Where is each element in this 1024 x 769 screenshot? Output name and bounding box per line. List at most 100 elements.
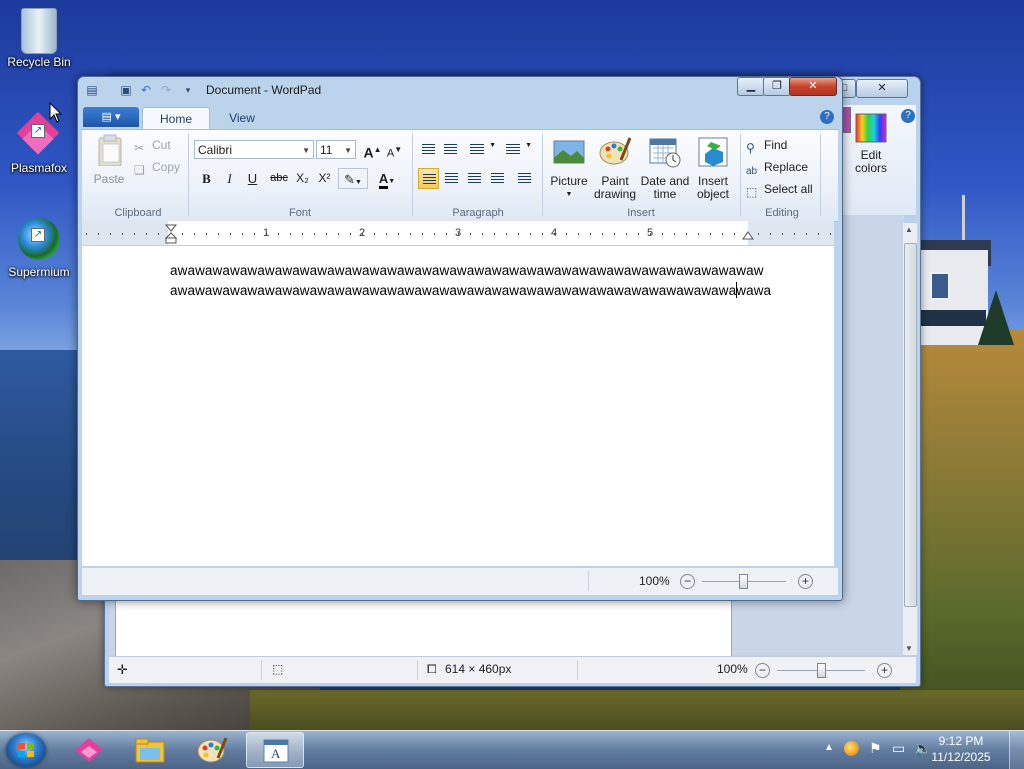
undo-icon[interactable]: ↶ [138,82,154,98]
justify-button[interactable] [487,168,508,189]
ruler-tick [398,233,399,235]
close-button[interactable]: ✕ [789,77,837,96]
paint-vertical-scrollbar[interactable]: ▲ ▼ [902,223,917,655]
taskbar-wordpad[interactable]: A [246,732,304,768]
editing-group-label: Editing [765,207,799,219]
paint-canvas[interactable] [115,597,732,657]
grow-font-button[interactable]: A▲ [362,139,383,161]
paragraph-settings-button[interactable] [514,168,535,189]
show-hidden-icons-button[interactable]: ▲ [824,742,834,753]
ruler-tick [722,233,723,235]
wordpad-title-bar[interactable]: ▤ ▣ ↶ ↷ ▾ Document - WordPad ▁ ❐ ✕ [78,77,842,103]
zoom-in-button[interactable]: + [798,574,813,589]
ruler-tick [770,233,771,235]
replace-button[interactable]: ab Replace [746,160,808,180]
tray-app-icon[interactable] [844,741,859,756]
date-time-label-2: time [653,187,677,201]
application-menu-button[interactable]: ▤ ▾ [83,107,139,127]
restore-button[interactable]: ❐ [763,77,791,96]
taskbar-paint[interactable] [183,732,241,768]
align-center-button[interactable] [441,168,462,189]
cut-button: ✂ Cut [134,138,171,155]
ruler-tick [674,233,675,235]
paint-zoom-out-button[interactable]: − [755,663,770,678]
wordpad-window[interactable]: ▤ ▣ ↶ ↷ ▾ Document - WordPad ▁ ❐ ✕ ▤ ▾ H… [77,76,843,601]
date-and-time-button[interactable]: Date and time [640,136,690,201]
increase-indent-button[interactable] [440,139,461,160]
font-size-select[interactable]: 11 ▼ [316,140,356,159]
desktop-icon-recycle-bin[interactable]: Recycle Bin [3,8,75,69]
ruler-tick [218,233,219,235]
ruler-tick [530,233,531,235]
zoom-out-button[interactable]: − [680,574,695,589]
select-all-button[interactable]: ⬚ Select all [746,182,813,199]
shrink-font-button[interactable]: A▼ [384,139,405,160]
align-center-icon [445,173,458,184]
highlight-color-button[interactable]: ✎▼ [338,168,368,189]
align-left-button[interactable] [418,168,439,189]
align-right-button[interactable] [464,168,485,189]
edit-colors-button[interactable]: Edit colors [848,149,894,175]
network-icon[interactable]: ▭ [892,740,905,757]
line-spacing-icon [506,144,520,155]
paste-label: Paste [93,172,125,186]
italic-button[interactable]: I [219,168,240,189]
paint-help-icon[interactable]: ? [901,109,915,123]
wordpad-app-icon[interactable]: ▤ [84,82,100,98]
document-editor[interactable]: awawawawawawawawawawawawawawawawawawawaw… [82,246,834,566]
insert-object-button[interactable]: Insert object [690,136,736,201]
strikethrough-button[interactable]: abc [266,168,292,189]
minimize-button[interactable]: ▁ [737,77,765,96]
ruler[interactable]: 1 2 3 4 5 [82,221,834,246]
help-icon[interactable]: ? [820,110,834,124]
text-color-button[interactable]: A▼ [372,168,402,189]
subscript-button[interactable]: X₂ [292,168,313,189]
ruler-tick [314,233,315,235]
save-icon[interactable]: ▣ [118,82,134,98]
paint-drawing-button[interactable]: Paint drawing [592,136,638,201]
decrease-indent-button[interactable] [418,139,439,160]
taskbar: A ▲ ⚑ ▭ 🔈 9:12 PM 11/12/2025 [0,730,1024,769]
insert-object-label-2: object [696,187,730,201]
clock-date[interactable]: 11/12/2025 [926,750,996,764]
left-indent-marker[interactable] [165,224,177,244]
show-desktop-button[interactable] [1009,731,1024,769]
customize-qat-icon[interactable]: ▾ [180,82,196,98]
copy-label: Copy [152,160,181,174]
paint-zoom-in-button[interactable]: + [877,663,892,678]
ruler-tick [290,233,291,235]
desktop-icon-supermium[interactable]: ↗ Supermium [3,218,75,279]
paint-zoom-label: 100% [717,662,748,676]
ruler-tick [518,233,519,235]
calendar-clock-icon [649,138,681,168]
select-all-label: Select all [764,182,813,196]
paste-button[interactable]: Paste [88,134,130,186]
right-indent-marker[interactable] [742,231,754,241]
zoom-slider-thumb[interactable] [739,574,748,589]
paragraph-icon [518,173,531,184]
taskbar-plasmafox[interactable] [60,732,118,768]
paint-close-button[interactable]: ✕ [856,79,908,98]
line-spacing-button[interactable]: ▼ [502,139,534,160]
shortcut-arrow-icon: ↗ [31,228,45,242]
ruler-tick [506,233,507,235]
underline-button[interactable]: U [242,168,263,189]
font-family-select[interactable]: Calibri ▼ [194,140,314,159]
ruler-tick [470,233,471,235]
insert-picture-button[interactable]: Picture ▼ [546,136,592,201]
clock-time[interactable]: 9:12 PM [926,734,996,748]
action-center-flag-icon[interactable]: ⚑ [869,740,882,757]
bold-button[interactable]: B [196,168,217,189]
tab-home[interactable]: Home [142,107,210,130]
bullets-button[interactable]: ▼ [466,139,498,160]
svg-text:A: A [271,746,281,761]
desktop-icon-plasmafox[interactable]: ↗ Plasmafox [3,111,75,175]
taskbar-file-explorer[interactable] [121,732,179,768]
paint-zoom-thumb[interactable] [817,663,826,678]
ruler-tick [830,233,831,235]
start-button[interactable] [6,733,46,767]
desktop-icon-label: Plasmafox [10,161,68,175]
tab-view[interactable]: View [210,107,274,129]
superscript-button[interactable]: X² [314,168,335,189]
find-button[interactable]: ⚲ Find [746,138,787,155]
